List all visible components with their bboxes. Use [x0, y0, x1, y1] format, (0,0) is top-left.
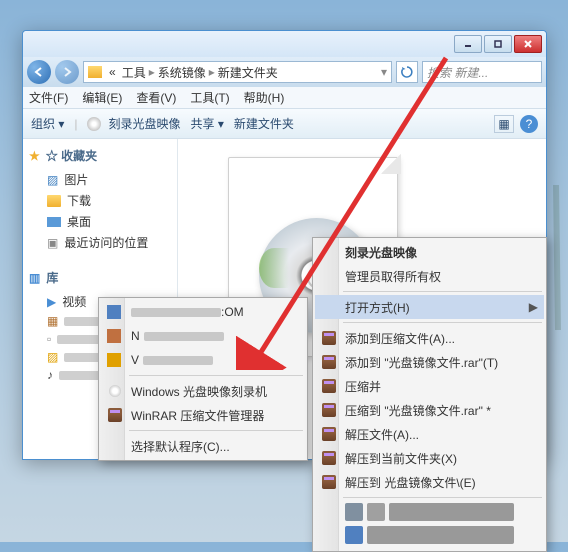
app-icon [107, 353, 121, 367]
view-button[interactable]: ▦ [494, 115, 514, 133]
organize-button[interactable]: 组织 ▾ [31, 115, 64, 132]
menu-tools[interactable]: 工具(T) [190, 89, 229, 106]
app-icon [107, 329, 121, 343]
context-add-to-archive[interactable]: 添加到压缩文件(A)... [315, 326, 544, 350]
libraries-header[interactable]: ▥库 [29, 269, 171, 286]
context-blurred-row[interactable] [345, 503, 514, 521]
recent-icon: ▣ [47, 236, 58, 250]
forward-button[interactable] [55, 60, 79, 84]
sidebar-item-downloads[interactable]: 下载 [29, 190, 171, 211]
context-open-with[interactable]: 打开方式(H)▶ [315, 295, 544, 319]
unknown-icon: ▦ [47, 314, 58, 328]
video-icon: ▶ [47, 295, 56, 309]
open-with-item-1[interactable]: N [101, 324, 305, 348]
search-input[interactable]: 搜索 新建... [422, 61, 542, 83]
context-compress-to-named-email[interactable]: 压缩到 "光盘镜像文件.rar" * [315, 398, 544, 422]
rar-icon [321, 450, 337, 466]
desktop-icon [47, 217, 61, 227]
breadcrumb-part[interactable]: 新建文件夹 [215, 64, 281, 81]
sidebar-item-recent[interactable]: ▣最近访问的位置 [29, 232, 171, 253]
open-with-item-0[interactable]: :OM [101, 300, 305, 324]
rar-icon [321, 378, 337, 394]
breadcrumb[interactable]: « 工具▸ 系统镜像▸ 新建文件夹 ▾ [83, 61, 392, 83]
open-with-winrar[interactable]: WinRAR 压缩文件管理器 [101, 403, 305, 427]
menu-help[interactable]: 帮助(H) [244, 89, 285, 106]
open-with-windows-burner[interactable]: Windows 光盘映像刻录机 [101, 379, 305, 403]
choose-default-program[interactable]: 选择默认程序(C)... [101, 434, 305, 458]
rar-icon [321, 402, 337, 418]
breadcrumb-part[interactable]: 系统镜像 [155, 64, 209, 81]
sidebar-item-pictures[interactable]: ▨图片 [29, 169, 171, 190]
music-icon: ♪ [47, 368, 53, 382]
minimize-button[interactable] [454, 35, 482, 53]
star-icon: ★ [29, 149, 40, 163]
menu-file[interactable]: 文件(F) [29, 89, 68, 106]
burn-image-button[interactable]: 刻录光盘映像 [87, 115, 180, 132]
open-with-item-2[interactable]: V [101, 348, 305, 372]
document-icon: ▫ [47, 332, 51, 346]
context-extract-here[interactable]: 解压到当前文件夹(X) [315, 446, 544, 470]
menu-edit[interactable]: 编辑(E) [82, 89, 122, 106]
rar-icon [107, 407, 123, 423]
refresh-button[interactable] [396, 61, 418, 83]
menu-view[interactable]: 查看(V) [136, 89, 176, 106]
folder-icon [88, 66, 102, 78]
context-compress-and-email[interactable]: 压缩并 [315, 374, 544, 398]
rar-icon [321, 354, 337, 370]
back-button[interactable] [27, 60, 51, 84]
disc-icon [107, 383, 123, 399]
share-button[interactable]: 共享 ▾ [191, 115, 224, 132]
close-button[interactable] [514, 35, 542, 53]
open-with-submenu: :OM N V Windows 光盘映像刻录机 WinRAR 压缩文件管理器 选… [98, 297, 308, 461]
library-icon: ▥ [29, 271, 40, 285]
context-menu: 刻录光盘映像 管理员取得所有权 打开方式(H)▶ 添加到压缩文件(A)... 添… [312, 237, 547, 552]
context-burn-disc-image[interactable]: 刻录光盘映像 [315, 240, 544, 264]
help-icon[interactable]: ? [520, 115, 538, 133]
toolbar: 组织 ▾ | 刻录光盘映像 共享 ▾ 新建文件夹 ▦ ? [23, 109, 546, 139]
context-take-ownership[interactable]: 管理员取得所有权 [315, 264, 544, 288]
context-add-to-named-rar[interactable]: 添加到 "光盘镜像文件.rar"(T) [315, 350, 544, 374]
title-bar [23, 31, 546, 57]
rar-icon [321, 474, 337, 490]
rar-icon [321, 426, 337, 442]
maximize-button[interactable] [484, 35, 512, 53]
context-blurred-row[interactable] [345, 526, 514, 544]
breadcrumb-part[interactable]: 工具 [119, 64, 149, 81]
submenu-arrow-icon: ▶ [529, 300, 538, 314]
favorites-header[interactable]: ★☆ 收藏夹 [29, 147, 171, 164]
sidebar-item-desktop[interactable]: 桌面 [29, 211, 171, 232]
context-extract-to-folder[interactable]: 解压到 光盘镜像文件\(E) [315, 470, 544, 494]
breadcrumb-prefix: « [106, 65, 119, 79]
picture-icon: ▨ [47, 350, 58, 364]
app-icon [107, 305, 121, 319]
rar-icon [321, 330, 337, 346]
address-bar: « 工具▸ 系统镜像▸ 新建文件夹 ▾ 搜索 新建... [23, 57, 546, 87]
folder-icon [47, 195, 61, 207]
picture-icon: ▨ [47, 173, 58, 187]
menu-bar: 文件(F) 编辑(E) 查看(V) 工具(T) 帮助(H) [23, 87, 546, 109]
new-folder-button[interactable]: 新建文件夹 [234, 115, 294, 132]
context-extract-files[interactable]: 解压文件(A)... [315, 422, 544, 446]
